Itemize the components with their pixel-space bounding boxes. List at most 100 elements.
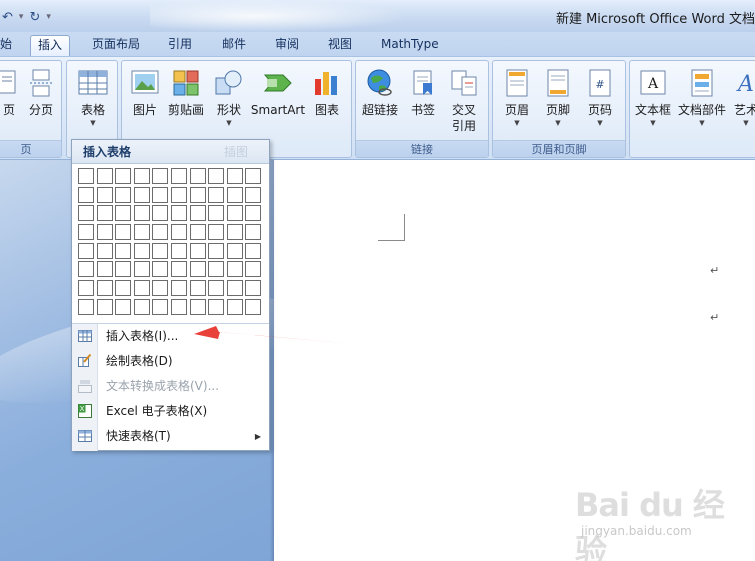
page-break-button[interactable]: 分页	[23, 69, 59, 118]
cross-reference-button[interactable]: 交叉 引用	[446, 69, 482, 134]
page-number-button[interactable]: # 页码 ▼	[582, 69, 618, 128]
table-grid-cell[interactable]	[115, 261, 132, 278]
table-grid-cell[interactable]	[245, 205, 262, 222]
table-grid-cell[interactable]	[245, 298, 262, 315]
table-grid-cell[interactable]	[152, 242, 169, 259]
table-grid-cell[interactable]	[208, 168, 225, 184]
table-grid-cell[interactable]	[78, 242, 94, 259]
table-grid-cell[interactable]	[208, 280, 225, 297]
clip-art-button[interactable]: 剪贴画	[166, 69, 206, 118]
table-grid-cell[interactable]	[78, 261, 94, 278]
redo-icon[interactable]: ↻	[29, 10, 40, 25]
table-grid-cell[interactable]	[170, 168, 187, 184]
table-grid-cell[interactable]	[96, 242, 113, 259]
table-grid-cell[interactable]	[245, 168, 262, 184]
undo-dropdown-icon[interactable]: ▾	[19, 12, 24, 22]
table-grid-cell[interactable]	[226, 298, 243, 315]
table-grid-cell[interactable]	[189, 168, 206, 184]
table-grid-cell[interactable]	[152, 224, 169, 241]
tab-home[interactable]: 始	[0, 35, 12, 56]
bookmark-button[interactable]: 书签	[406, 69, 440, 118]
wordart-button[interactable]: A 艺术 ▼	[729, 69, 755, 128]
table-grid-cell[interactable]	[115, 224, 132, 241]
table-grid-cell[interactable]	[170, 280, 187, 297]
customize-qat-icon[interactable]: ▾	[46, 12, 51, 22]
picture-button[interactable]: 图片	[130, 69, 160, 118]
table-grid-cell[interactable]	[208, 298, 225, 315]
table-grid-cell[interactable]	[96, 186, 113, 203]
table-grid-cell[interactable]	[208, 261, 225, 278]
table-grid-cell[interactable]	[170, 186, 187, 203]
footer-button[interactable]: 页脚 ▼	[540, 69, 576, 128]
table-grid-cell[interactable]	[245, 186, 262, 203]
table-grid-cell[interactable]	[78, 168, 94, 184]
table-grid-cell[interactable]	[245, 280, 262, 297]
table-grid-cell[interactable]	[189, 242, 206, 259]
table-grid-cell[interactable]	[170, 261, 187, 278]
tab-mailings[interactable]: 邮件	[222, 35, 246, 56]
table-grid-cell[interactable]	[78, 186, 94, 203]
table-grid-cell[interactable]	[245, 242, 262, 259]
table-size-grid[interactable]	[78, 168, 262, 315]
table-grid-cell[interactable]	[208, 186, 225, 203]
table-grid-cell[interactable]	[133, 186, 150, 203]
table-grid-cell[interactable]	[152, 186, 169, 203]
chart-button[interactable]: 图表	[312, 69, 342, 118]
table-grid-cell[interactable]	[226, 280, 243, 297]
table-grid-cell[interactable]	[226, 186, 243, 203]
table-grid-cell[interactable]	[152, 168, 169, 184]
table-grid-cell[interactable]	[115, 205, 132, 222]
table-grid-cell[interactable]	[208, 242, 225, 259]
table-grid-cell[interactable]	[152, 280, 169, 297]
table-grid-cell[interactable]	[96, 298, 113, 315]
table-grid-cell[interactable]	[189, 205, 206, 222]
tab-view[interactable]: 视图	[328, 35, 352, 56]
table-grid-cell[interactable]	[226, 224, 243, 241]
table-grid-cell[interactable]	[226, 205, 243, 222]
table-grid-cell[interactable]	[115, 186, 132, 203]
table-grid-cell[interactable]	[208, 205, 225, 222]
table-grid-cell[interactable]	[133, 261, 150, 278]
tab-review[interactable]: 审阅	[275, 35, 299, 56]
table-grid-cell[interactable]	[133, 205, 150, 222]
undo-icon[interactable]: ↶	[2, 10, 13, 25]
table-grid-cell[interactable]	[133, 242, 150, 259]
table-grid-cell[interactable]	[96, 205, 113, 222]
quick-parts-button[interactable]: 文档部件 ▼	[677, 69, 727, 128]
table-grid-cell[interactable]	[96, 280, 113, 297]
table-grid-cell[interactable]	[189, 280, 206, 297]
table-grid-cell[interactable]	[170, 242, 187, 259]
table-grid-cell[interactable]	[226, 242, 243, 259]
table-grid-cell[interactable]	[133, 224, 150, 241]
shapes-button[interactable]: 形状 ▼	[212, 69, 246, 128]
table-grid-cell[interactable]	[152, 205, 169, 222]
table-grid-cell[interactable]	[226, 168, 243, 184]
header-button[interactable]: 页眉 ▼	[499, 69, 535, 128]
hyperlink-button[interactable]: 超链接	[360, 69, 400, 118]
menu-item-text-to-table[interactable]: 文本转换成表格(V)...	[72, 374, 269, 399]
table-grid-cell[interactable]	[189, 186, 206, 203]
table-grid-cell[interactable]	[245, 224, 262, 241]
tab-mathtype[interactable]: MathType	[381, 35, 439, 56]
table-grid-cell[interactable]	[133, 168, 150, 184]
table-grid-cell[interactable]	[115, 242, 132, 259]
smartart-button[interactable]: SmartArt	[250, 69, 306, 118]
table-grid-cell[interactable]	[133, 298, 150, 315]
tab-page-layout[interactable]: 页面布局	[92, 35, 140, 56]
table-grid-cell[interactable]	[170, 298, 187, 315]
tab-insert[interactable]: 插入	[30, 35, 71, 56]
menu-item-excel-spreadsheet[interactable]: X Excel 电子表格(X)	[72, 399, 269, 424]
table-grid-cell[interactable]	[208, 224, 225, 241]
table-grid-cell[interactable]	[78, 224, 94, 241]
table-grid-cell[interactable]	[189, 261, 206, 278]
table-grid-cell[interactable]	[115, 280, 132, 297]
table-grid-cell[interactable]	[115, 298, 132, 315]
table-grid-cell[interactable]	[78, 205, 94, 222]
table-grid-cell[interactable]	[96, 261, 113, 278]
table-grid-cell[interactable]	[226, 261, 243, 278]
table-button[interactable]: 表格 ▼	[73, 69, 113, 128]
table-grid-cell[interactable]	[78, 280, 94, 297]
cover-page-button[interactable]: 页	[0, 69, 21, 118]
table-grid-cell[interactable]	[96, 168, 113, 184]
text-box-button[interactable]: A 文本框 ▼	[633, 69, 673, 128]
